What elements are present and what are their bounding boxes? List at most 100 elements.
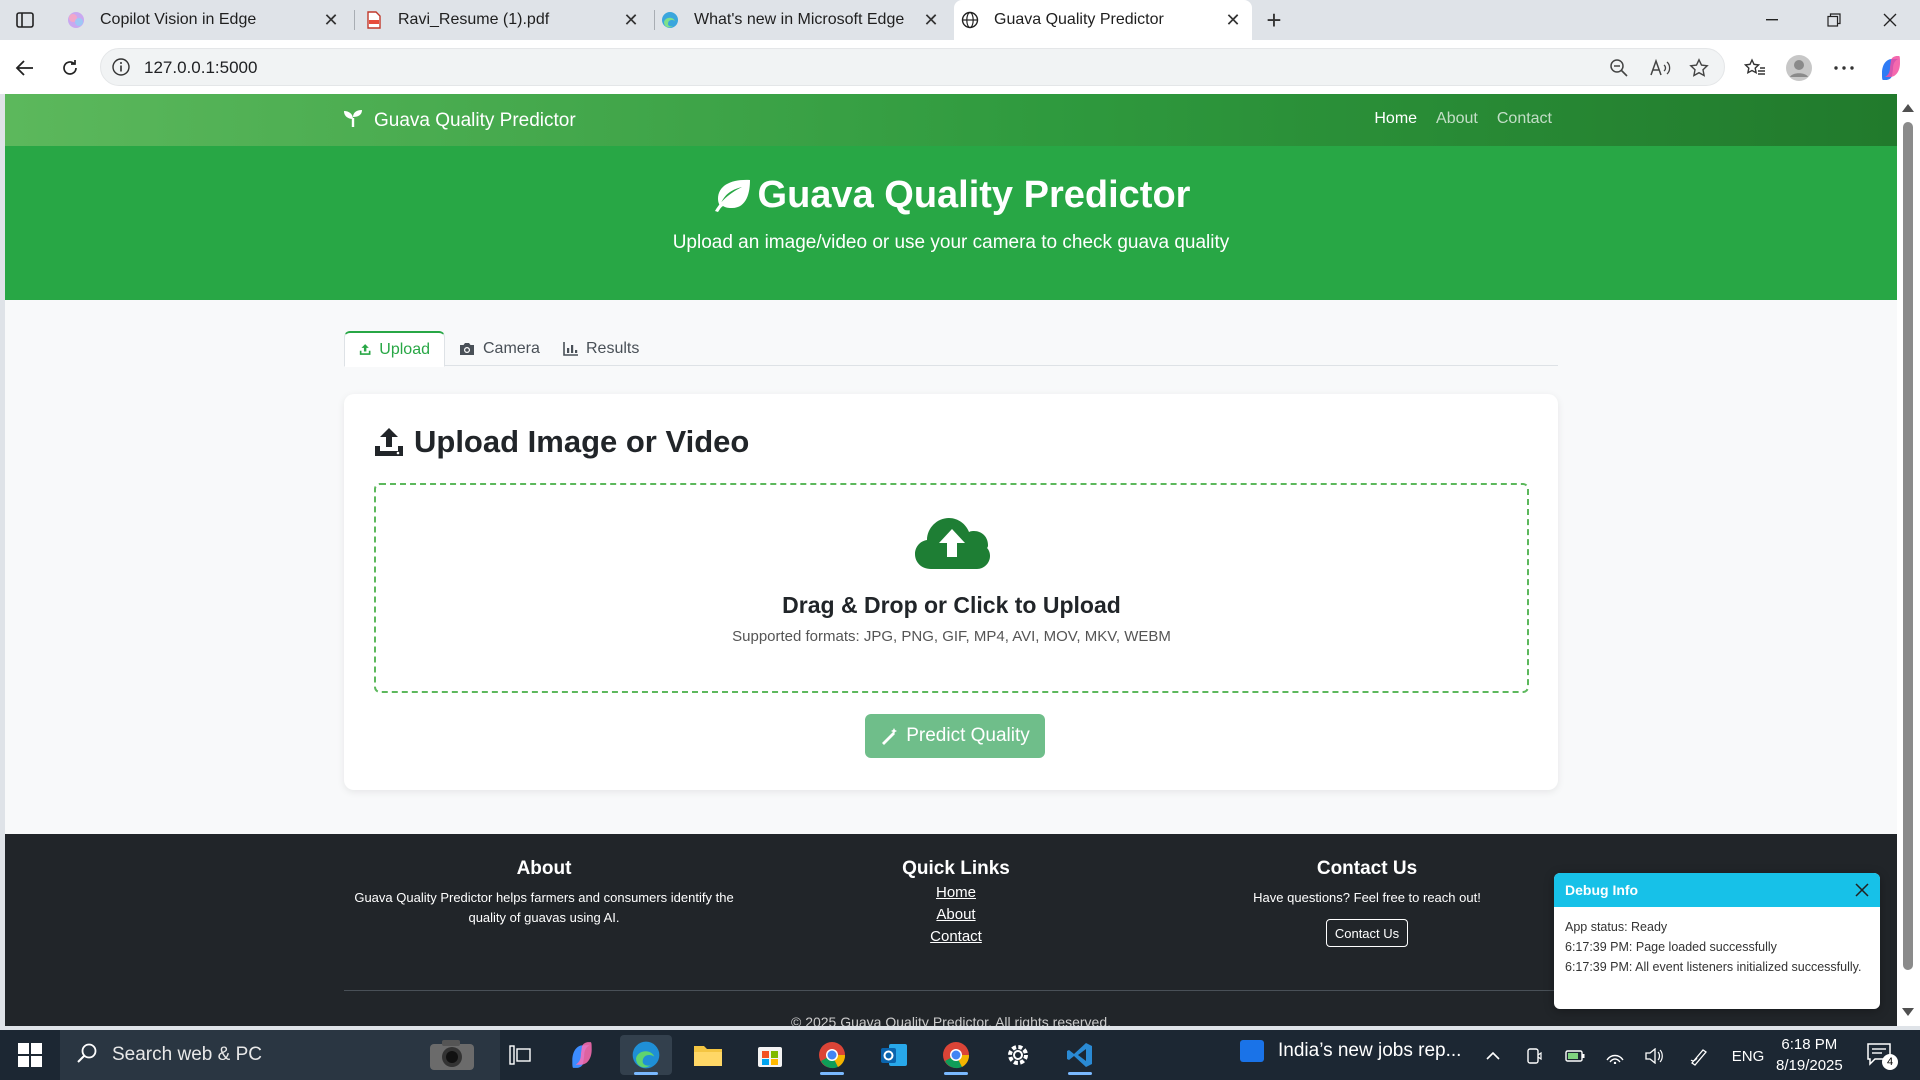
more-options-icon[interactable] bbox=[1829, 53, 1859, 83]
scrollbar-thumb[interactable] bbox=[1903, 122, 1913, 970]
dropzone-title: Drag & Drop or Click to Upload bbox=[782, 592, 1121, 618]
site-brand[interactable]: Guava Quality Predictor bbox=[342, 108, 576, 134]
zoom-out-icon[interactable] bbox=[1607, 56, 1631, 80]
windows-taskbar: Search web & PC India’s new jobs rep... … bbox=[0, 1030, 1920, 1080]
browser-tab-edge-whats-new[interactable]: What's new in Microsoft Edge ✕ bbox=[658, 0, 950, 40]
vscode-icon[interactable] bbox=[1054, 1035, 1106, 1075]
footer-contact-title: Contact Us bbox=[1316, 858, 1418, 879]
back-arrow-icon[interactable] bbox=[10, 53, 40, 83]
input-language[interactable]: ENG bbox=[1726, 1044, 1770, 1068]
search-icon bbox=[76, 1042, 98, 1069]
debug-title: Debug Info bbox=[1565, 882, 1639, 898]
copilot-icon bbox=[66, 10, 86, 30]
hero-subtitle: Upload an image/video or use your camera… bbox=[672, 232, 1230, 253]
restore-window-icon[interactable] bbox=[1806, 0, 1862, 40]
nav-link-about[interactable]: About bbox=[1436, 110, 1478, 128]
favorite-star-icon[interactable] bbox=[1687, 56, 1711, 80]
tab-upload[interactable]: Upload bbox=[344, 331, 445, 367]
file-explorer-icon[interactable] bbox=[682, 1035, 734, 1075]
brand-name: Guava Quality Predictor bbox=[374, 110, 576, 131]
task-view-icon[interactable] bbox=[494, 1035, 546, 1075]
microsoft-store-icon[interactable] bbox=[744, 1035, 796, 1075]
settings-gear-icon[interactable] bbox=[992, 1035, 1044, 1075]
camera-app-icon bbox=[428, 1038, 476, 1077]
pen-menu-icon[interactable] bbox=[1686, 1044, 1712, 1068]
copilot-sidebar-icon[interactable] bbox=[1876, 53, 1906, 83]
active-indicator bbox=[820, 1072, 844, 1075]
notification-count-badge: 4 bbox=[1882, 1054, 1898, 1070]
magic-wand-icon bbox=[882, 728, 898, 745]
tab-results[interactable]: Results bbox=[549, 331, 653, 367]
debug-line: App status: Ready bbox=[1565, 920, 1668, 934]
browser-tab-resume[interactable]: Ravi_Resume (1).pdf ✕ bbox=[360, 0, 650, 40]
meet-now-icon[interactable] bbox=[1521, 1044, 1547, 1068]
wifi-icon[interactable] bbox=[1602, 1044, 1628, 1068]
close-tab-icon[interactable]: ✕ bbox=[620, 9, 642, 31]
chart-bar-icon bbox=[563, 342, 578, 356]
scroll-up-arrow-icon[interactable] bbox=[1902, 104, 1914, 112]
contact-us-button[interactable]: Contact Us bbox=[1326, 919, 1408, 947]
page-scrollbar[interactable] bbox=[1897, 94, 1920, 1026]
browser-tab-copilot[interactable]: Copilot Vision in Edge ✕ bbox=[60, 0, 350, 40]
taskbar-search-box[interactable]: Search web & PC bbox=[60, 1030, 500, 1080]
windows-start-icon[interactable] bbox=[18, 1043, 42, 1067]
footer-about-text: Guava Quality Predictor helps farmers an… bbox=[354, 890, 734, 925]
browser-tab-guava-active[interactable]: Guava Quality Predictor ✕ bbox=[954, 0, 1252, 40]
leaf-icon bbox=[714, 179, 750, 212]
vertical-tabs-icon[interactable] bbox=[12, 8, 38, 32]
chrome-profile-icon[interactable] bbox=[930, 1035, 982, 1075]
tab-divider bbox=[654, 10, 655, 30]
camera-icon bbox=[460, 343, 474, 355]
volume-icon[interactable] bbox=[1641, 1044, 1667, 1068]
profile-avatar-icon[interactable] bbox=[1784, 53, 1814, 83]
nav-link-home[interactable]: Home bbox=[1374, 110, 1417, 128]
close-icon[interactable] bbox=[1852, 880, 1872, 900]
upload-icon bbox=[359, 344, 371, 355]
active-indicator bbox=[634, 1072, 658, 1075]
predict-quality-button[interactable]: Predict Quality bbox=[865, 714, 1045, 758]
tab-camera[interactable]: Camera bbox=[445, 331, 554, 367]
footer-divider bbox=[344, 990, 1558, 991]
url-text[interactable]: 127.0.0.1:5000 bbox=[144, 58, 257, 78]
site-nav-links: Home About Contact bbox=[1374, 110, 1552, 128]
file-dropzone[interactable]: Drag & Drop or Click to Upload Supported… bbox=[374, 483, 1529, 693]
news-widget[interactable]: India’s new jobs rep... bbox=[1240, 1040, 1461, 1062]
minimize-window-icon[interactable] bbox=[1744, 0, 1800, 40]
notification-center-icon[interactable]: 4 bbox=[1866, 1042, 1898, 1070]
close-tab-icon[interactable]: ✕ bbox=[320, 9, 342, 31]
tab-title: What's new in Microsoft Edge bbox=[694, 11, 905, 28]
outlook-icon[interactable] bbox=[868, 1035, 920, 1075]
debug-line: 6:17:39 PM: All event listeners initiali… bbox=[1565, 960, 1862, 974]
show-hidden-icons-chevron-icon[interactable] bbox=[1480, 1044, 1506, 1068]
close-window-icon[interactable] bbox=[1862, 0, 1918, 40]
battery-icon[interactable] bbox=[1562, 1044, 1588, 1068]
clock-time: 6:18 PM bbox=[1781, 1036, 1838, 1053]
upload-heading: Upload Image or Video bbox=[374, 424, 749, 460]
copilot-app-icon[interactable] bbox=[556, 1035, 608, 1075]
seedling-icon bbox=[342, 108, 364, 134]
site-info-icon[interactable] bbox=[111, 57, 131, 77]
close-tab-icon[interactable]: ✕ bbox=[920, 9, 942, 31]
footer-link-about[interactable]: About bbox=[756, 906, 1156, 923]
refresh-icon[interactable] bbox=[55, 53, 85, 83]
scroll-down-arrow-icon[interactable] bbox=[1902, 1008, 1914, 1016]
chrome-icon[interactable] bbox=[806, 1035, 858, 1075]
system-clock[interactable]: 6:18 PM 8/19/2025 bbox=[1776, 1034, 1843, 1076]
footer-link-home[interactable]: Home bbox=[756, 884, 1156, 901]
debug-line: 6:17:39 PM: Page loaded successfully bbox=[1565, 940, 1777, 954]
mode-tabs: Upload Camera Results bbox=[344, 331, 1558, 367]
address-bar[interactable]: 127.0.0.1:5000 bbox=[100, 48, 1725, 86]
active-indicator bbox=[944, 1072, 968, 1075]
new-tab-plus-icon[interactable]: + bbox=[1260, 5, 1288, 35]
close-tab-icon[interactable]: ✕ bbox=[1222, 9, 1244, 31]
tab-title: Copilot Vision in Edge bbox=[100, 11, 257, 28]
active-indicator bbox=[1068, 1072, 1092, 1075]
favorites-icon[interactable] bbox=[1740, 53, 1770, 83]
edge-taskbar-icon[interactable] bbox=[620, 1035, 672, 1075]
read-aloud-icon[interactable] bbox=[1648, 56, 1672, 80]
nav-link-contact[interactable]: Contact bbox=[1497, 110, 1552, 128]
footer-link-contact[interactable]: Contact bbox=[756, 928, 1156, 945]
news-icon bbox=[1240, 1040, 1264, 1062]
tab-title: Guava Quality Predictor bbox=[994, 11, 1164, 28]
news-headline: India’s new jobs rep... bbox=[1278, 1040, 1462, 1061]
